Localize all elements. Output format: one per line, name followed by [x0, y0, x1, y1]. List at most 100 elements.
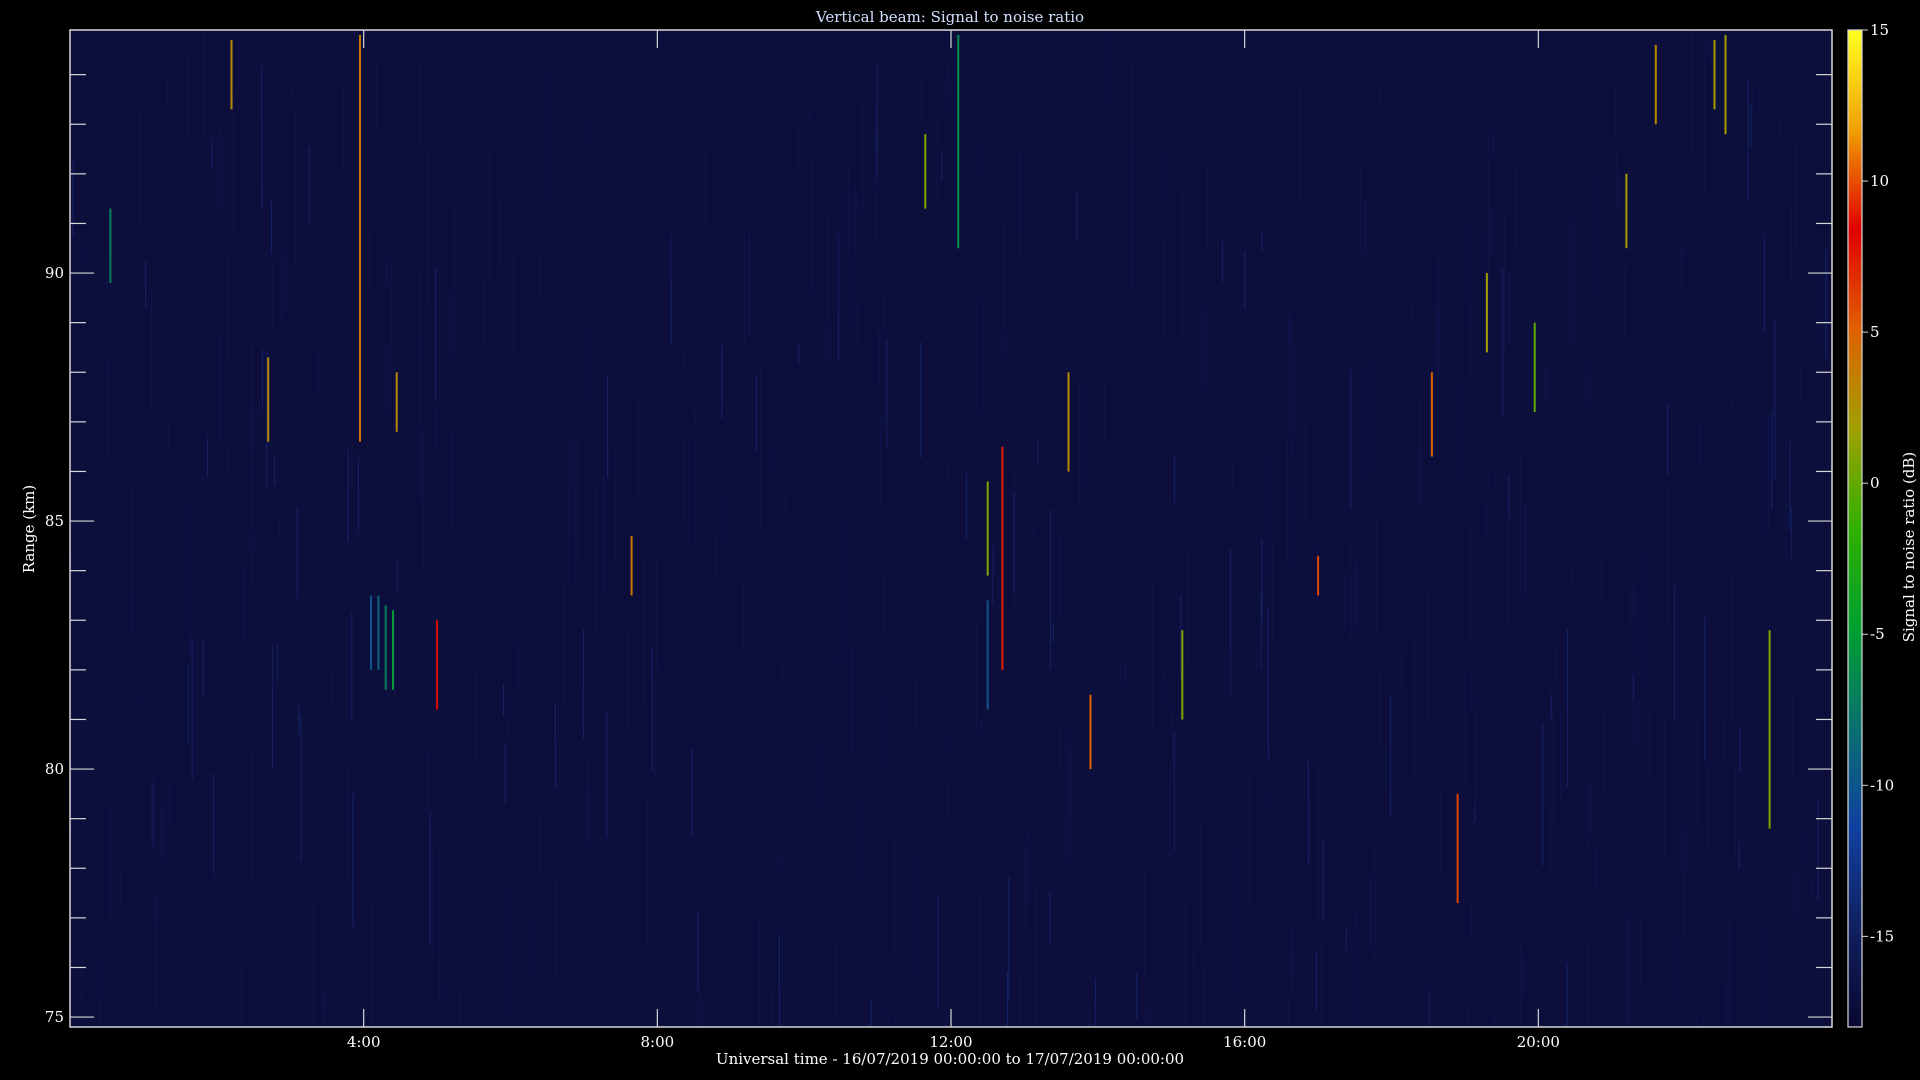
noise-streak — [145, 261, 147, 309]
noise-streak — [1049, 509, 1052, 669]
noise-streak — [1785, 346, 1787, 457]
noise-streak — [436, 438, 438, 557]
noise-streak — [1626, 888, 1628, 1027]
noise-streak — [1040, 906, 1042, 1027]
noise-streak — [1364, 199, 1366, 356]
noise-streak — [1026, 833, 1028, 902]
noise-streak — [994, 663, 996, 701]
noise-streak — [1257, 643, 1259, 722]
noise-streak — [250, 401, 252, 451]
noise-streak — [540, 815, 542, 874]
noise-streak — [814, 706, 816, 860]
noise-streak — [941, 151, 943, 181]
noise-streak — [1035, 888, 1037, 1027]
noise-streak — [965, 472, 968, 541]
noise-streak — [1752, 86, 1754, 118]
noise-streak — [949, 77, 951, 163]
noise-streak — [760, 368, 762, 528]
snr-echo — [230, 39, 233, 110]
y-axis-label: Range (km) — [20, 485, 38, 574]
noise-streak — [460, 45, 462, 75]
noise-streak — [699, 962, 701, 1027]
noise-streak — [847, 166, 849, 254]
noise-streak — [1825, 249, 1827, 358]
noise-streak — [1291, 930, 1293, 994]
noise-streak — [1789, 441, 1791, 531]
noise-streak — [817, 739, 820, 810]
noise-streak — [191, 638, 193, 781]
noise-streak — [316, 284, 318, 397]
noise-streak — [222, 137, 224, 260]
noise-streak — [684, 345, 686, 370]
noise-streak — [656, 560, 658, 667]
noise-streak — [982, 282, 984, 412]
noise-streak — [563, 583, 565, 704]
noise-streak — [428, 213, 430, 239]
noise-streak — [1351, 935, 1353, 1027]
noise-streak — [1624, 264, 1626, 337]
noise-streak — [347, 449, 349, 542]
noise-streak — [1094, 978, 1096, 1027]
noise-streak — [1602, 74, 1604, 202]
noise-streak — [1589, 359, 1592, 402]
noise-streak — [1244, 250, 1246, 309]
noise-streak — [204, 31, 206, 139]
noise-streak — [917, 470, 919, 599]
noise-streak — [151, 782, 153, 846]
noise-streak — [284, 232, 286, 314]
noise-streak — [1300, 83, 1302, 200]
noise-streak — [985, 239, 987, 358]
noise-streak — [1379, 82, 1381, 105]
noise-streak — [1248, 769, 1250, 907]
noise-streak — [1402, 848, 1404, 879]
noise-streak — [1205, 274, 1207, 389]
noise-streak — [1148, 985, 1150, 1027]
noise-streak — [458, 987, 460, 1027]
noise-streak — [1487, 134, 1489, 283]
noise-streak — [557, 692, 559, 739]
noise-streak — [1529, 122, 1531, 260]
noise-streak — [1149, 378, 1151, 490]
noise-streak — [386, 248, 388, 286]
noise-streak — [206, 1021, 209, 1027]
snr-echo — [109, 208, 112, 283]
noise-streak — [807, 44, 809, 119]
noise-streak — [1703, 1020, 1705, 1027]
noise-streak — [539, 252, 541, 302]
noise-streak — [841, 515, 844, 670]
noise-streak — [293, 536, 295, 644]
noise-streak — [589, 325, 591, 394]
noise-streak — [151, 289, 153, 408]
noise-streak — [1386, 746, 1388, 790]
noise-streak — [105, 608, 107, 695]
noise-streak — [270, 201, 272, 255]
noise-streak — [1695, 966, 1697, 1027]
noise-streak — [1536, 393, 1538, 419]
noise-streak — [1117, 324, 1119, 471]
noise-streak — [1255, 367, 1257, 513]
noise-streak — [1615, 81, 1617, 139]
noise-streak — [1196, 646, 1198, 742]
noise-streak — [1816, 586, 1818, 682]
noise-streak — [1378, 670, 1380, 745]
noise-streak — [1059, 535, 1061, 662]
noise-streak — [1364, 364, 1367, 486]
noise-streak — [1586, 941, 1588, 1027]
noise-streak — [1807, 692, 1809, 798]
noise-streak — [232, 95, 234, 232]
noise-streak — [512, 252, 514, 360]
noise-streak — [1641, 547, 1644, 689]
snr-echo — [1485, 273, 1488, 353]
noise-streak — [296, 507, 298, 599]
noise-streak — [162, 471, 164, 572]
noise-streak — [612, 84, 614, 211]
noise-streak — [1041, 136, 1043, 264]
noise-streak — [214, 129, 216, 154]
noise-streak — [351, 372, 353, 491]
noise-streak — [1261, 230, 1263, 252]
noise-streak — [627, 628, 629, 729]
noise-streak — [95, 852, 97, 1001]
noise-streak — [1013, 493, 1015, 592]
noise-streak — [629, 319, 631, 350]
noise-streak — [153, 595, 155, 726]
